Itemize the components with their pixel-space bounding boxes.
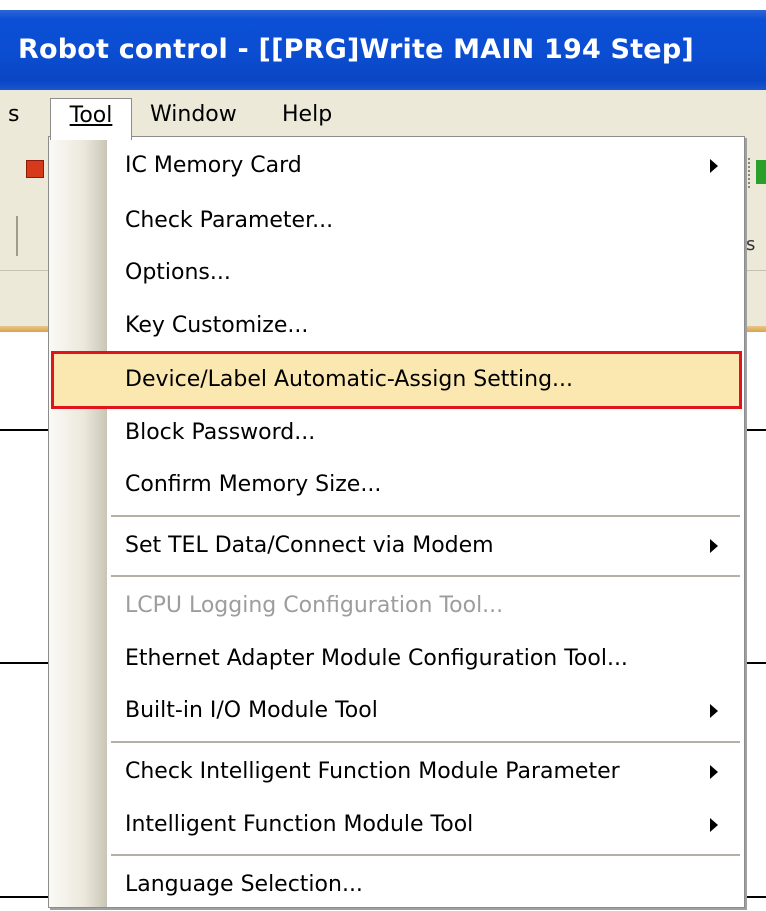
menu-tool-label: Tool bbox=[69, 103, 113, 128]
menu-item-intelligent-function-tool[interactable]: Intelligent Function Module Tool bbox=[53, 799, 740, 851]
menu-item-lcpu-logging: LCPU Logging Configuration Tool... bbox=[53, 580, 740, 632]
submenu-arrow-icon bbox=[710, 539, 718, 553]
title-bar: Robot control - [[PRG]Write MAIN 194 Ste… bbox=[0, 0, 766, 90]
ladder-rung-line bbox=[0, 662, 48, 664]
menu-separator bbox=[111, 575, 740, 577]
tool-dropdown-menu: IC Memory Card Check Parameter... Option… bbox=[48, 136, 745, 908]
menu-item-label: Built-in I/O Module Tool bbox=[125, 698, 378, 723]
window-title: Robot control - [[PRG]Write MAIN 194 Ste… bbox=[18, 34, 694, 65]
menu-item-block-password[interactable]: Block Password... bbox=[53, 407, 740, 459]
toolbar-stop-icon[interactable] bbox=[26, 160, 44, 178]
menu-item-check-parameter[interactable]: Check Parameter... bbox=[53, 195, 740, 247]
submenu-arrow-icon bbox=[710, 159, 718, 173]
menu-item-label: Device/Label Automatic-Assign Setting... bbox=[125, 367, 574, 392]
submenu-arrow-icon bbox=[710, 765, 718, 779]
menu-window[interactable]: Window bbox=[140, 98, 247, 132]
toolbar-grip-icon-right[interactable] bbox=[748, 158, 754, 188]
menu-item-label: Block Password... bbox=[125, 420, 316, 445]
menu-item-set-tel-data[interactable]: Set TEL Data/Connect via Modem bbox=[53, 520, 740, 572]
menu-item-truncated[interactable]: s bbox=[8, 98, 19, 132]
background-text-fragment: s bbox=[746, 234, 756, 255]
menu-item-options[interactable]: Options... bbox=[53, 247, 740, 299]
ladder-rung-line bbox=[0, 429, 48, 431]
ladder-rung-line bbox=[745, 662, 766, 664]
toolbar-grip-icon[interactable] bbox=[16, 216, 22, 256]
menu-item-label: Check Parameter... bbox=[125, 208, 334, 233]
menu-item-builtin-io[interactable]: Built-in I/O Module Tool bbox=[53, 685, 740, 737]
menu-item-check-intelligent-function[interactable]: Check Intelligent Function Module Parame… bbox=[53, 746, 740, 798]
ladder-rung-line bbox=[745, 896, 766, 898]
toolbar-run-icon[interactable] bbox=[756, 160, 766, 184]
menu-item-device-label-auto-assign[interactable]: Device/Label Automatic-Assign Setting... bbox=[51, 351, 742, 409]
menu-item-ethernet-adapter[interactable]: Ethernet Adapter Module Configuration To… bbox=[53, 633, 740, 685]
menu-item-label: Check Intelligent Function Module Parame… bbox=[125, 759, 620, 784]
menu-item-confirm-memory-size[interactable]: Confirm Memory Size... bbox=[53, 459, 740, 511]
ladder-rung-line bbox=[0, 896, 48, 898]
menu-separator bbox=[111, 515, 740, 517]
menu-item-ic-memory-card[interactable]: IC Memory Card bbox=[53, 140, 740, 192]
menu-item-label: Confirm Memory Size... bbox=[125, 472, 382, 497]
menu-tool[interactable]: Tool bbox=[50, 98, 132, 140]
menu-item-key-customize[interactable]: Key Customize... bbox=[53, 300, 740, 352]
menu-item-label: IC Memory Card bbox=[125, 153, 302, 178]
submenu-arrow-icon bbox=[710, 704, 718, 718]
menu-item-language-selection[interactable]: Language Selection... bbox=[53, 859, 740, 911]
menu-separator bbox=[111, 854, 740, 856]
menu-item-label: Language Selection... bbox=[125, 872, 363, 897]
menu-item-label: LCPU Logging Configuration Tool... bbox=[125, 593, 504, 618]
ladder-rung-line bbox=[745, 429, 766, 431]
menu-item-label: Set TEL Data/Connect via Modem bbox=[125, 533, 494, 558]
menu-item-label: Key Customize... bbox=[125, 313, 309, 338]
submenu-arrow-icon bbox=[710, 818, 718, 832]
menu-item-label: Options... bbox=[125, 260, 231, 285]
menu-separator bbox=[111, 741, 740, 743]
menu-item-label: Ethernet Adapter Module Configuration To… bbox=[125, 646, 628, 671]
menu-bar: s Tool Window Help bbox=[0, 90, 766, 140]
menu-help[interactable]: Help bbox=[272, 98, 342, 132]
menu-item-label: Intelligent Function Module Tool bbox=[125, 812, 474, 837]
